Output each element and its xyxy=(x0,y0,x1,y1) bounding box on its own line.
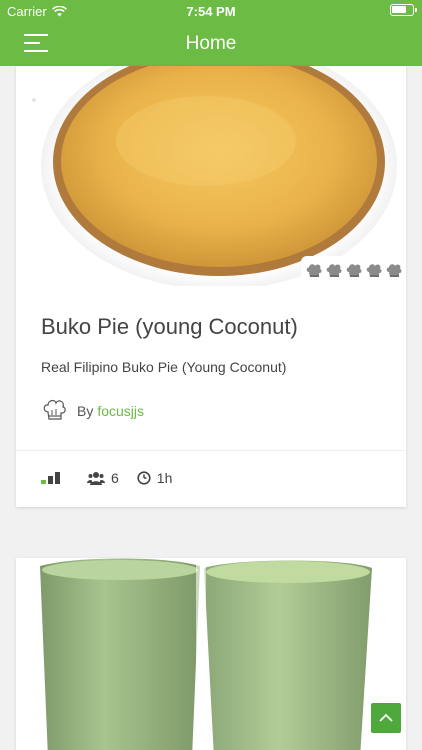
page-title: Home xyxy=(185,33,237,54)
cook-time: 1h xyxy=(156,470,173,486)
battery-indicator xyxy=(390,4,417,16)
chef-hat-rating-icon xyxy=(386,264,402,277)
difficulty-icon xyxy=(41,472,60,484)
recipe-author: By focusjjs xyxy=(41,398,144,424)
status-time: 7:54 PM xyxy=(186,4,236,19)
recipe-meta: 6 1h xyxy=(41,470,190,486)
scroll-to-top-button[interactable] xyxy=(371,703,401,733)
servings-count: 6 xyxy=(111,470,119,486)
status-bar: Carrier 7:54 PM xyxy=(0,0,422,22)
author-link[interactable]: focusjjs xyxy=(97,403,144,419)
recipe-card[interactable] xyxy=(16,558,406,750)
clock-icon xyxy=(137,471,151,485)
nav-bar: Home xyxy=(0,22,422,66)
chevron-up-icon xyxy=(379,713,393,722)
chef-hat-rating-icon xyxy=(326,264,342,277)
difficulty-indicator xyxy=(41,472,69,484)
recipe-image[interactable] xyxy=(16,558,406,750)
recipe-image[interactable] xyxy=(16,66,406,286)
rating-badge xyxy=(301,256,406,286)
recipe-description: Real Filipino Buko Pie (Young Coconut) xyxy=(41,359,287,375)
card-divider xyxy=(16,450,406,451)
recipe-title[interactable]: Buko Pie (young Coconut) xyxy=(41,314,298,340)
recipe-card[interactable]: Buko Pie (young Coconut) Real Filipino B… xyxy=(16,66,406,507)
chef-hat-icon xyxy=(43,399,66,420)
time-indicator: 1h xyxy=(137,470,173,486)
servings-indicator: 6 xyxy=(87,470,119,486)
chef-hat-rating-icon xyxy=(346,264,362,277)
chef-hat-rating-icon xyxy=(366,264,382,277)
people-icon xyxy=(87,472,105,485)
author-prefix: By xyxy=(77,403,94,419)
chef-hat-rating-icon xyxy=(306,264,322,277)
battery-icon xyxy=(390,4,417,16)
